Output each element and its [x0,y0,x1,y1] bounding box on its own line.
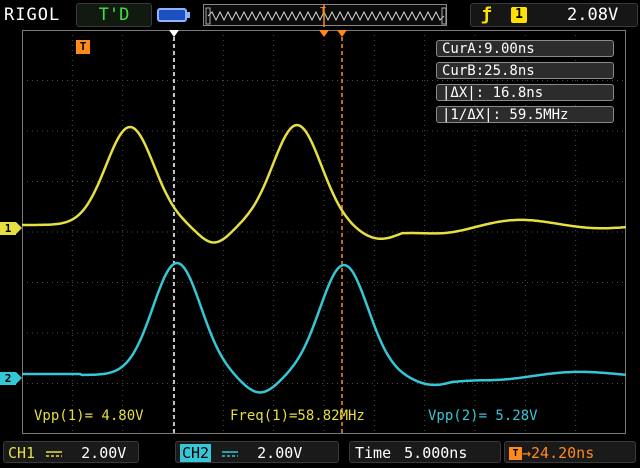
vpp-ch1-measurement: Vpp(1)= 4.80V [34,408,144,424]
channel-1-label: CH1 [8,444,36,462]
channel-2-scale[interactable]: CH2 2.00V [175,441,339,463]
trigger-position-marker [319,30,329,37]
channel-2-marker[interactable]: 2 [0,372,22,385]
battery-icon [157,8,190,22]
bottom-status-bar: CH1 2.00V CH2 2.00V Time 5.000ns T →24.20… [0,436,640,468]
channel-1-trace [22,123,626,244]
memory-window[interactable]: T [203,4,447,27]
trigger-delay-marker: T [76,40,90,54]
inverse-delta-x-readout: |1/ΔX|: 59.5MHz [436,106,614,123]
brand-logo: RIGOL [4,5,61,25]
trigger-offset-value: 24.20ns [531,444,595,462]
channel-1-scale[interactable]: CH1 2.00V [3,441,139,463]
vpp-ch2-measurement: Vpp(2)= 5.28V [428,408,538,424]
cursor-b-marker [337,30,347,37]
memory-waveform-icon: T [205,5,447,27]
arrow-right-icon: → [522,444,532,462]
channel-2-scale-value: 2.00V [257,444,303,462]
top-status-bar: RIGOL T'D T ƒ 1 2.08V [0,0,640,30]
delta-x-readout: |ΔX|: 16.8ns [436,84,614,101]
cursor-b-readout: CurB:25.8ns [436,62,614,79]
trigger-offset[interactable]: T →24.20ns [504,441,636,463]
trigger-offset-icon: T [509,447,522,460]
svg-text:T: T [320,6,326,17]
channel-2-label: CH2 [180,444,212,462]
freq-ch1-measurement: Freq(1)=58.82MHz [230,408,365,424]
channel-1-scale-value: 2.00V [81,444,127,462]
dc-coupling-icon [46,450,63,457]
trigger-source: 1 [511,7,527,23]
timebase-scale[interactable]: Time 5.000ns [349,441,501,463]
channel-1-marker[interactable]: 1 [0,222,22,235]
cursor-a-marker [169,30,179,37]
timebase-value: 5.000ns [404,444,468,462]
trigger-level: 2.08V [567,5,619,25]
trigger-settings-panel[interactable]: ƒ 1 2.08V [470,3,638,27]
dc-coupling-icon [222,450,239,457]
timebase-label: Time [355,444,392,462]
trigger-status: T'D [76,3,152,27]
rising-edge-icon: ƒ [481,4,492,25]
cursor-a-readout: CurA:9.00ns [436,40,614,57]
